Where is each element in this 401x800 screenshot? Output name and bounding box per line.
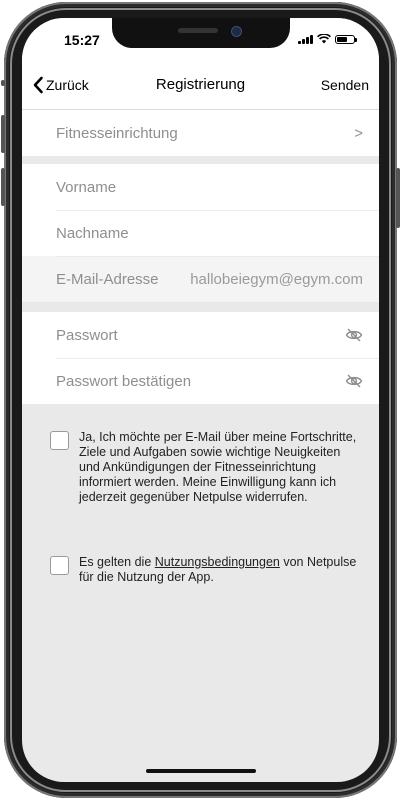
email-row: E-Mail-Adresse hallobeiegym@egym.com bbox=[22, 256, 379, 302]
front-camera bbox=[231, 26, 242, 37]
screen: 15:27 Zurück Registrierung Senden Fitnes… bbox=[22, 18, 379, 782]
eye-slash-icon[interactable] bbox=[345, 374, 363, 388]
facility-label: Fitnesseinrichtung bbox=[56, 124, 178, 142]
chevron-right-icon: > bbox=[354, 124, 363, 142]
password-section: Passwort Passwort bestätigen bbox=[22, 312, 379, 404]
terms-consent: Es gelten die Nutzungsbedingungen von Ne… bbox=[50, 555, 360, 585]
email-consent-checkbox[interactable] bbox=[50, 431, 69, 450]
status-time: 15:27 bbox=[64, 32, 100, 48]
navigation-bar: Zurück Registrierung Senden bbox=[22, 62, 379, 110]
send-button[interactable]: Senden bbox=[321, 77, 369, 93]
speaker-grille bbox=[178, 28, 218, 33]
personal-data-section: Vorname Nachname E-Mail-Adresse hallobei… bbox=[22, 164, 379, 302]
home-indicator[interactable] bbox=[146, 769, 256, 773]
battery-icon bbox=[335, 34, 357, 44]
back-label: Zurück bbox=[46, 77, 89, 93]
volume-up-button bbox=[1, 115, 5, 153]
email-consent: Ja, Ich möchte per E-Mail über meine For… bbox=[50, 430, 360, 505]
notch bbox=[112, 18, 290, 48]
terms-text: Es gelten die Nutzungsbedingungen von Ne… bbox=[79, 555, 360, 585]
wifi-icon bbox=[317, 34, 331, 44]
password-confirm-field[interactable]: Passwort bestätigen bbox=[22, 358, 379, 404]
back-button[interactable]: Zurück bbox=[32, 76, 89, 94]
battery-fill bbox=[337, 36, 347, 42]
facility-section: Fitnesseinrichtung > bbox=[22, 110, 379, 156]
last-name-placeholder: Nachname bbox=[56, 224, 129, 242]
power-button bbox=[396, 168, 400, 228]
first-name-field[interactable]: Vorname bbox=[22, 164, 379, 210]
terms-prefix: Es gelten die bbox=[79, 555, 155, 569]
chevron-left-icon bbox=[33, 76, 43, 94]
facility-row[interactable]: Fitnesseinrichtung > bbox=[22, 110, 379, 156]
terms-link[interactable]: Nutzungsbedingungen bbox=[155, 555, 280, 569]
cellular-signal-icon bbox=[298, 34, 313, 44]
password-confirm-placeholder: Passwort bestätigen bbox=[56, 372, 192, 390]
volume-down-button bbox=[1, 168, 5, 206]
last-name-field[interactable]: Nachname bbox=[22, 210, 379, 256]
mute-switch bbox=[1, 80, 5, 86]
password-placeholder: Passwort bbox=[56, 326, 118, 344]
email-value: hallobeiegym@egym.com bbox=[190, 270, 363, 288]
email-label: E-Mail-Adresse bbox=[56, 270, 159, 288]
password-field[interactable]: Passwort bbox=[22, 312, 379, 358]
eye-slash-icon[interactable] bbox=[345, 328, 363, 342]
terms-checkbox[interactable] bbox=[50, 556, 69, 575]
first-name-placeholder: Vorname bbox=[56, 178, 117, 196]
status-icons bbox=[298, 34, 357, 44]
email-consent-text: Ja, Ich möchte per E-Mail über meine For… bbox=[79, 430, 357, 504]
